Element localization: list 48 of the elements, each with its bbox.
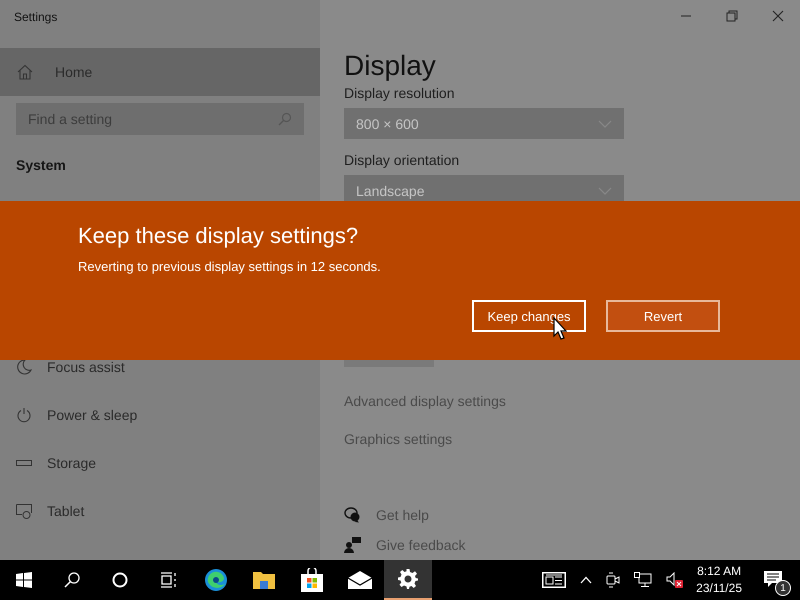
folder-icon [253,570,275,590]
sidebar-item[interactable]: Tablet [0,487,320,535]
help-link[interactable]: Get help [344,507,466,523]
tablet-icon [16,503,32,519]
home-item[interactable]: Home [0,48,320,96]
home-icon [17,64,33,80]
help-link[interactable]: Give feedback [344,537,466,553]
chevron-down-icon [598,186,612,194]
power-icon [16,407,32,423]
network-icon[interactable] [634,572,652,588]
section-heading: System [16,157,67,173]
dropdown[interactable]: 800 × 600 [344,108,624,139]
notification-icon[interactable] [764,571,782,589]
close-icon[interactable] [772,10,784,22]
taskbar-app[interactable] [384,560,432,600]
muted-speaker-icon[interactable] [666,572,684,588]
sidebar-item[interactable]: Storage [0,439,320,487]
notification-count-badge: 1 [775,580,791,596]
chevron-up-icon[interactable] [580,576,592,584]
setting-label: Display orientation [344,152,460,169]
dialog-title: Keep these display settings? [78,223,360,249]
settings-link[interactable]: Advanced display settings [344,393,506,409]
dialog-button[interactable]: Keep changes [472,300,586,332]
camera-icon[interactable] [606,572,620,588]
browser-icon [204,568,228,592]
gear-icon [398,569,418,589]
dialog-message: Reverting to previous display settings in 12 seconds. [78,259,382,274]
sidebar-item[interactable]: Power & sleep [0,391,320,439]
moon-icon [16,359,32,375]
page-title: Display [344,49,437,83]
chevron-down-icon [598,120,612,128]
shopping-bag-icon [301,568,323,592]
dialog-button[interactable]: Revert [606,300,720,332]
task-view-icon [160,572,176,588]
chat-question-icon [344,507,361,523]
sidebar-item[interactable]: Focus assist [0,343,320,391]
circle-icon [112,572,128,588]
windows-logo-icon [16,572,32,588]
window-title: Settings [14,10,58,24]
setting-label: Display resolution [344,85,454,102]
search-icon [64,572,80,588]
news-icon[interactable] [542,572,566,588]
settings-link[interactable]: Graphics settings [344,431,452,447]
restore-icon[interactable] [726,10,738,22]
clock[interactable]: 8:12 AM 23/11/25 [696,563,742,597]
envelope-icon [348,571,372,589]
feedback-icon [344,537,361,553]
search-icon [278,112,292,126]
